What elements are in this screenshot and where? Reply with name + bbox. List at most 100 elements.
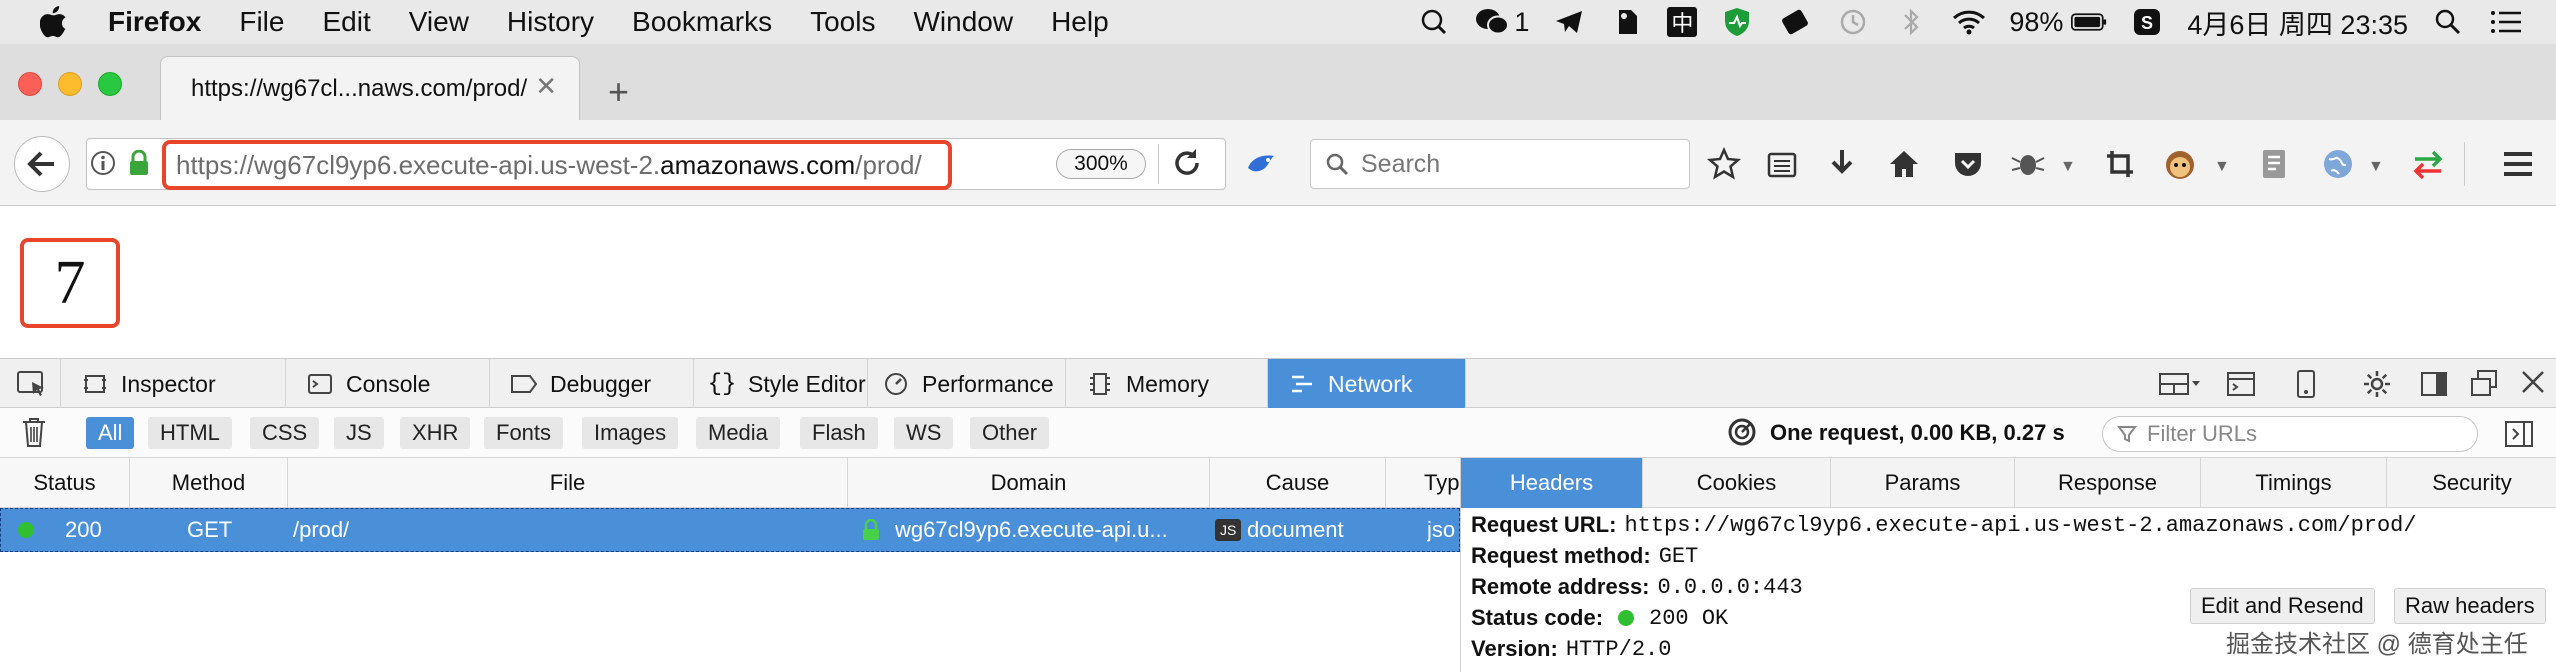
new-tab-plus-icon[interactable]: + [608,74,629,110]
spotlight-search-icon[interactable] [2430,7,2466,37]
menu-window[interactable]: Window [913,6,1013,38]
panel-tab-headers[interactable]: Headers [1461,458,1643,508]
tampermonkey-dropdown-icon[interactable]: ▼ [2214,158,2230,176]
close-window-button[interactable] [18,72,42,96]
bluetooth-icon[interactable] [1893,7,1929,37]
wifi-icon[interactable] [1951,7,1987,37]
menu-edit[interactable]: Edit [322,6,370,38]
browser-tab[interactable]: https://wg67cl...naws.com/prod/ ✕ [160,56,580,120]
firebug-icon[interactable] [2008,144,2048,184]
column-method[interactable]: Method [130,458,288,508]
battery-icon[interactable] [2071,7,2107,37]
raw-headers-button[interactable]: Raw headers [2394,588,2546,624]
column-cause[interactable]: Cause [1210,458,1386,508]
settings-gear-icon[interactable] [2362,369,2392,404]
tab-network[interactable]: Network [1268,359,1466,409]
element-picker-icon[interactable] [16,369,48,404]
table-row[interactable]: 200 GET /prod/ wg67cl9yp6.execute-api.u.… [0,508,1460,552]
bookmark-star-icon[interactable] [1704,144,1744,184]
proxy-switch-icon[interactable] [2408,144,2448,184]
minimize-window-button[interactable] [58,72,82,96]
telegram-icon[interactable] [1551,7,1587,37]
sogou-icon[interactable]: S [2129,7,2165,37]
filter-urls-input[interactable] [2145,420,2465,448]
filter-other[interactable]: Other [970,417,1050,449]
pocket-icon[interactable] [1948,144,1988,184]
wechat-icon[interactable] [1474,7,1510,37]
reading-list-icon[interactable] [1762,144,1802,184]
tab-performance[interactable]: Performance [868,359,1066,409]
menu-bookmarks[interactable]: Bookmarks [632,6,772,38]
column-domain[interactable]: Domain [848,458,1210,508]
input-method-icon[interactable]: 中 [1667,7,1698,37]
menu-file[interactable]: File [239,6,284,38]
menu-app-firefox[interactable]: Firefox [108,6,201,38]
back-button[interactable] [14,136,70,192]
filter-xhr[interactable]: XHR [400,417,471,449]
url-text[interactable]: https://wg67cl9yp6.execute-api.us-west-2… [176,150,922,181]
filter-fonts[interactable]: Fonts [484,417,564,449]
filter-images[interactable]: Images [582,417,679,449]
filter-flash[interactable]: Flash [800,417,878,449]
downloads-icon[interactable] [1822,144,1862,184]
column-status[interactable]: Status [0,458,130,508]
clear-trash-icon[interactable] [20,416,48,453]
time-machine-icon[interactable] [1835,7,1871,37]
tab-memory[interactable]: Memory [1066,359,1268,409]
filter-html[interactable]: HTML [148,417,232,449]
panel-tab-timings[interactable]: Timings [2201,458,2387,508]
search-box[interactable] [1310,139,1690,189]
notification-center-icon[interactable] [2488,7,2524,37]
filter-urls-box[interactable] [2102,416,2478,452]
undock-window-icon[interactable] [2470,369,2498,402]
filter-media[interactable]: Media [696,417,780,449]
panel-tab-params[interactable]: Params [1831,458,2015,508]
dock-side-icon[interactable] [2420,371,2448,402]
tab-style-editor[interactable]: {} Style Editor [694,359,868,409]
responsive-design-icon[interactable] [2296,369,2316,404]
reader-extension-icon[interactable] [2254,144,2294,184]
hamburger-menu-icon[interactable] [2498,144,2538,184]
split-console-icon[interactable] [2226,371,2256,402]
tab-console[interactable]: Console [286,359,490,409]
globe-extension-icon[interactable] [2318,144,2358,184]
search-input[interactable] [1359,148,1679,180]
tab-close-icon[interactable]: ✕ [535,71,557,102]
evernote-icon[interactable] [1609,7,1645,37]
reload-icon[interactable] [1170,146,1204,185]
qq-icon[interactable] [1416,7,1452,37]
panel-tab-security[interactable]: Security [2387,458,2556,508]
filter-ws[interactable]: WS [894,417,954,449]
sync-tool-icon[interactable] [1777,7,1813,37]
zoom-level-badge[interactable]: 300% [1056,149,1146,179]
menu-tools[interactable]: Tools [810,6,875,38]
toggle-side-panel-icon[interactable] [2504,420,2534,453]
zoom-window-button[interactable] [98,72,122,96]
panel-tab-cookies[interactable]: Cookies [1643,458,1831,508]
tab-debugger[interactable]: Debugger [490,359,694,409]
menu-history[interactable]: History [507,6,594,38]
clock[interactable]: 4月6日 周四 23:35 [2187,3,2408,42]
column-type[interactable]: Typ [1386,458,1460,508]
edit-and-resend-button[interactable]: Edit and Resend [2190,588,2375,624]
firebug-dropdown-icon[interactable]: ▼ [2060,158,2076,176]
info-icon[interactable] [90,150,116,181]
globe-dropdown-icon[interactable]: ▼ [2368,158,2384,176]
bird-extension-icon[interactable] [1244,148,1278,185]
menu-help[interactable]: Help [1051,6,1109,38]
panel-tab-response[interactable]: Response [2015,458,2201,508]
menu-view[interactable]: View [409,6,469,38]
crop-screenshot-icon[interactable] [2100,144,2140,184]
layout-toggle-icon[interactable] [2158,371,2202,402]
close-devtools-icon[interactable] [2520,369,2546,400]
filter-css[interactable]: CSS [250,417,320,449]
tampermonkey-icon[interactable] [2160,144,2200,184]
tab-inspector[interactable]: Inspector [60,359,286,409]
shield-icon[interactable] [1719,7,1755,37]
filter-js[interactable]: JS [334,417,384,449]
column-file[interactable]: File [288,458,848,508]
filter-all[interactable]: All [86,417,135,449]
home-icon[interactable] [1884,144,1924,184]
apple-logo-icon[interactable] [40,6,68,38]
lock-icon[interactable] [128,149,150,181]
